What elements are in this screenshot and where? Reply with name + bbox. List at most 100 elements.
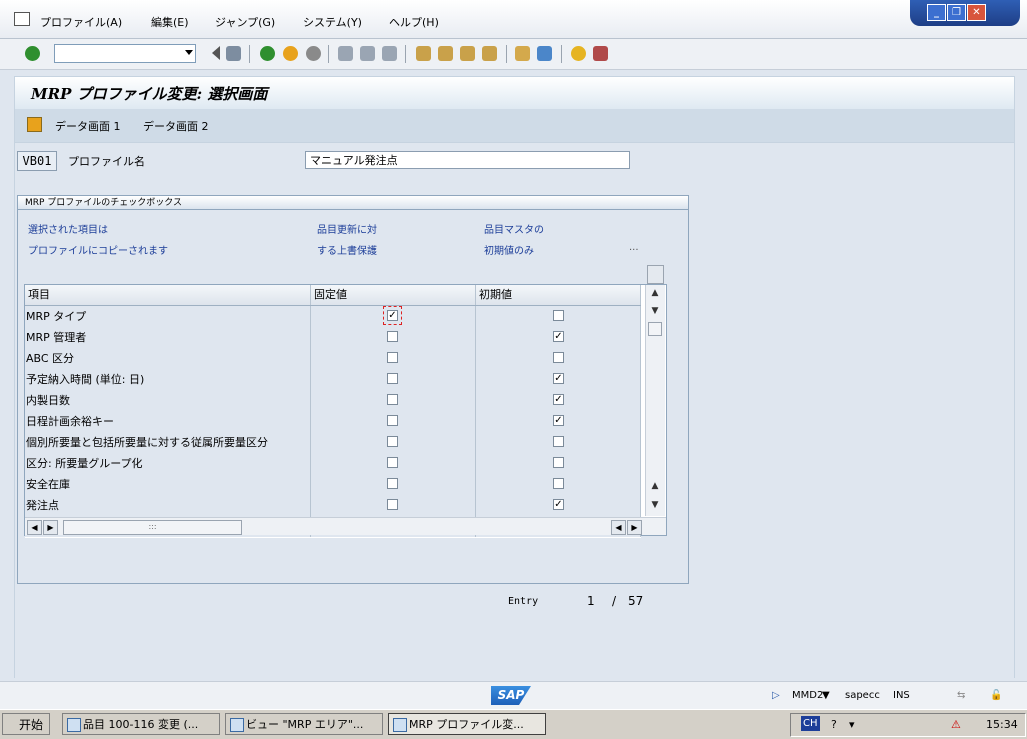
initial-checkbox[interactable]: ✓ [553, 394, 564, 405]
status-expand-icon[interactable]: ▷ [772, 690, 780, 701]
cancel-icon[interactable] [306, 46, 321, 61]
fixed-checkbox[interactable] [387, 352, 398, 363]
profile-name-input[interactable]: マニュアル発注点 [305, 151, 630, 169]
close-icon[interactable]: ✕ [967, 4, 986, 21]
column-header-fixed[interactable]: 固定値 [311, 285, 476, 305]
customize-layout-icon[interactable] [593, 46, 608, 61]
task-material-change[interactable]: 品目 100-116 変更 (... [62, 713, 220, 735]
fixed-checkbox[interactable] [387, 394, 398, 405]
command-field[interactable] [54, 44, 196, 63]
table-row[interactable]: 安全在庫 [25, 474, 641, 496]
lock-icon[interactable]: 🔓 [990, 690, 1002, 701]
last-page-icon[interactable] [482, 46, 497, 61]
initial-checkbox[interactable] [553, 352, 564, 363]
fixed-checkbox[interactable] [387, 373, 398, 384]
scroll-left-icon[interactable]: ◀ [27, 520, 42, 535]
help-icon[interactable] [571, 46, 586, 61]
tray-menu-icon[interactable]: ▾ [849, 718, 855, 731]
print-icon[interactable] [338, 46, 353, 61]
initial-checkbox[interactable] [553, 478, 564, 489]
warning-icon[interactable]: ⚠ [951, 718, 961, 731]
exit-icon[interactable] [283, 46, 298, 61]
save-icon[interactable] [226, 46, 241, 61]
initial-checkbox[interactable] [553, 436, 564, 447]
scroll-page-down-icon[interactable]: ▼ [647, 497, 663, 513]
minimize-icon[interactable]: _ [927, 4, 946, 21]
menu-help[interactable]: ヘルプ(H) [389, 14, 439, 30]
table-row[interactable]: 個別所要量と包括所要量に対する従属所要量区分 [25, 432, 641, 454]
scroll-right-end-icon[interactable]: ▶ [627, 520, 642, 535]
start-button[interactable]: 开始 [2, 713, 50, 735]
hint-initial-line1: 品目マスタの [484, 225, 544, 236]
initial-checkbox[interactable] [553, 310, 564, 321]
prev-page-icon[interactable] [438, 46, 453, 61]
task-mrp-profile-change[interactable]: MRP プロファイル変... [388, 713, 546, 735]
fixed-checkbox[interactable] [387, 436, 398, 447]
scroll-right-icon[interactable]: ▶ [43, 520, 58, 535]
fixed-checkbox[interactable] [387, 499, 398, 510]
table-row[interactable]: MRP タイプ ✓ [25, 306, 641, 328]
scroll-up-icon[interactable]: ▲ [647, 285, 663, 301]
create-session-icon[interactable] [515, 46, 530, 61]
table-row[interactable]: ABC 区分 [25, 348, 641, 370]
other-profile-icon[interactable] [27, 117, 42, 132]
find-icon[interactable] [360, 46, 375, 61]
system-menu-icon[interactable] [14, 12, 30, 26]
menu-system[interactable]: システム(Y) [303, 14, 362, 30]
column-header-initial[interactable]: 初期値 [476, 285, 641, 305]
initial-checkbox[interactable] [553, 457, 564, 468]
task-label: MRP プロファイル変... [409, 718, 524, 731]
fixed-checkbox[interactable] [387, 478, 398, 489]
table-row[interactable]: 日程計画余裕キー ✓ [25, 411, 641, 433]
row-item-label: 安全在庫 [25, 474, 311, 495]
column-header-item[interactable]: 項目 [25, 285, 311, 305]
table-row[interactable]: MRP 管理者 ✓ [25, 327, 641, 349]
status-bar: SAP ▷ MMD2 ▼ sapecc INS ⇆ 🔓 [0, 681, 1027, 709]
data-screen-1-button[interactable]: データ画面 1 [55, 118, 121, 134]
status-server: sapecc [845, 690, 880, 701]
shortcut-icon[interactable] [537, 46, 552, 61]
status-dropdown-icon[interactable]: ▼ [822, 690, 830, 701]
initial-checkbox[interactable]: ✓ [553, 373, 564, 384]
table-row[interactable]: 予定納入時間 (単位: 日) ✓ [25, 369, 641, 391]
table-row[interactable]: 区分: 所要量グループ化 [25, 453, 641, 475]
initial-checkbox[interactable]: ✓ [553, 331, 564, 342]
enter-icon[interactable] [25, 46, 40, 61]
menu-profile[interactable]: プロファイル(A) [40, 14, 122, 30]
fixed-checkbox[interactable] [387, 457, 398, 468]
toolbar-divider [506, 45, 507, 63]
back-green-icon[interactable] [260, 46, 275, 61]
initial-cell: ✓ [476, 327, 641, 348]
row-item-label: ABC 区分 [25, 348, 311, 369]
language-indicator[interactable]: CH [801, 716, 820, 731]
menu-jump[interactable]: ジャンプ(G) [215, 14, 275, 30]
menu-edit[interactable]: 編集(E) [151, 14, 189, 30]
chevron-down-icon[interactable] [185, 50, 193, 55]
fixed-checkbox[interactable] [387, 415, 398, 426]
restore-icon[interactable]: ❐ [947, 4, 966, 21]
table-row[interactable]: 発注点 ✓ [25, 495, 641, 517]
fixed-checkbox[interactable] [387, 331, 398, 342]
initial-checkbox[interactable]: ✓ [553, 415, 564, 426]
scroll-page-up-icon[interactable]: ▲ [647, 478, 663, 494]
table-row[interactable]: 内製日数 ✓ [25, 390, 641, 412]
first-page-icon[interactable] [416, 46, 431, 61]
help-tray-icon[interactable]: ? [831, 718, 837, 731]
find-next-icon[interactable] [382, 46, 397, 61]
scroll-thumb[interactable] [648, 322, 662, 336]
status-system: MMD2 [792, 690, 824, 701]
horizontal-scroll-thumb[interactable]: ::: [63, 520, 242, 535]
horizontal-scrollbar[interactable]: ◀ ▶ ::: ◀ ▶ [25, 517, 666, 535]
menu-bar: プロファイル(A) 編集(E) ジャンプ(G) システム(Y) ヘルプ(H) _… [0, 0, 1027, 39]
column-settings-icon[interactable] [647, 265, 664, 284]
scroll-left-end-icon[interactable]: ◀ [611, 520, 626, 535]
data-screen-2-button[interactable]: データ画面 2 [143, 118, 209, 134]
initial-cell [476, 453, 641, 474]
vertical-scrollbar[interactable]: ▲ ▼ ▲ ▼ [645, 265, 665, 516]
back-icon[interactable] [204, 46, 220, 60]
initial-checkbox[interactable]: ✓ [553, 499, 564, 510]
task-mrp-area-view[interactable]: ビュー "MRP エリア"... [225, 713, 383, 735]
next-page-icon[interactable] [460, 46, 475, 61]
scroll-down-icon[interactable]: ▼ [647, 303, 663, 319]
fixed-checkbox[interactable]: ✓ [383, 306, 402, 325]
